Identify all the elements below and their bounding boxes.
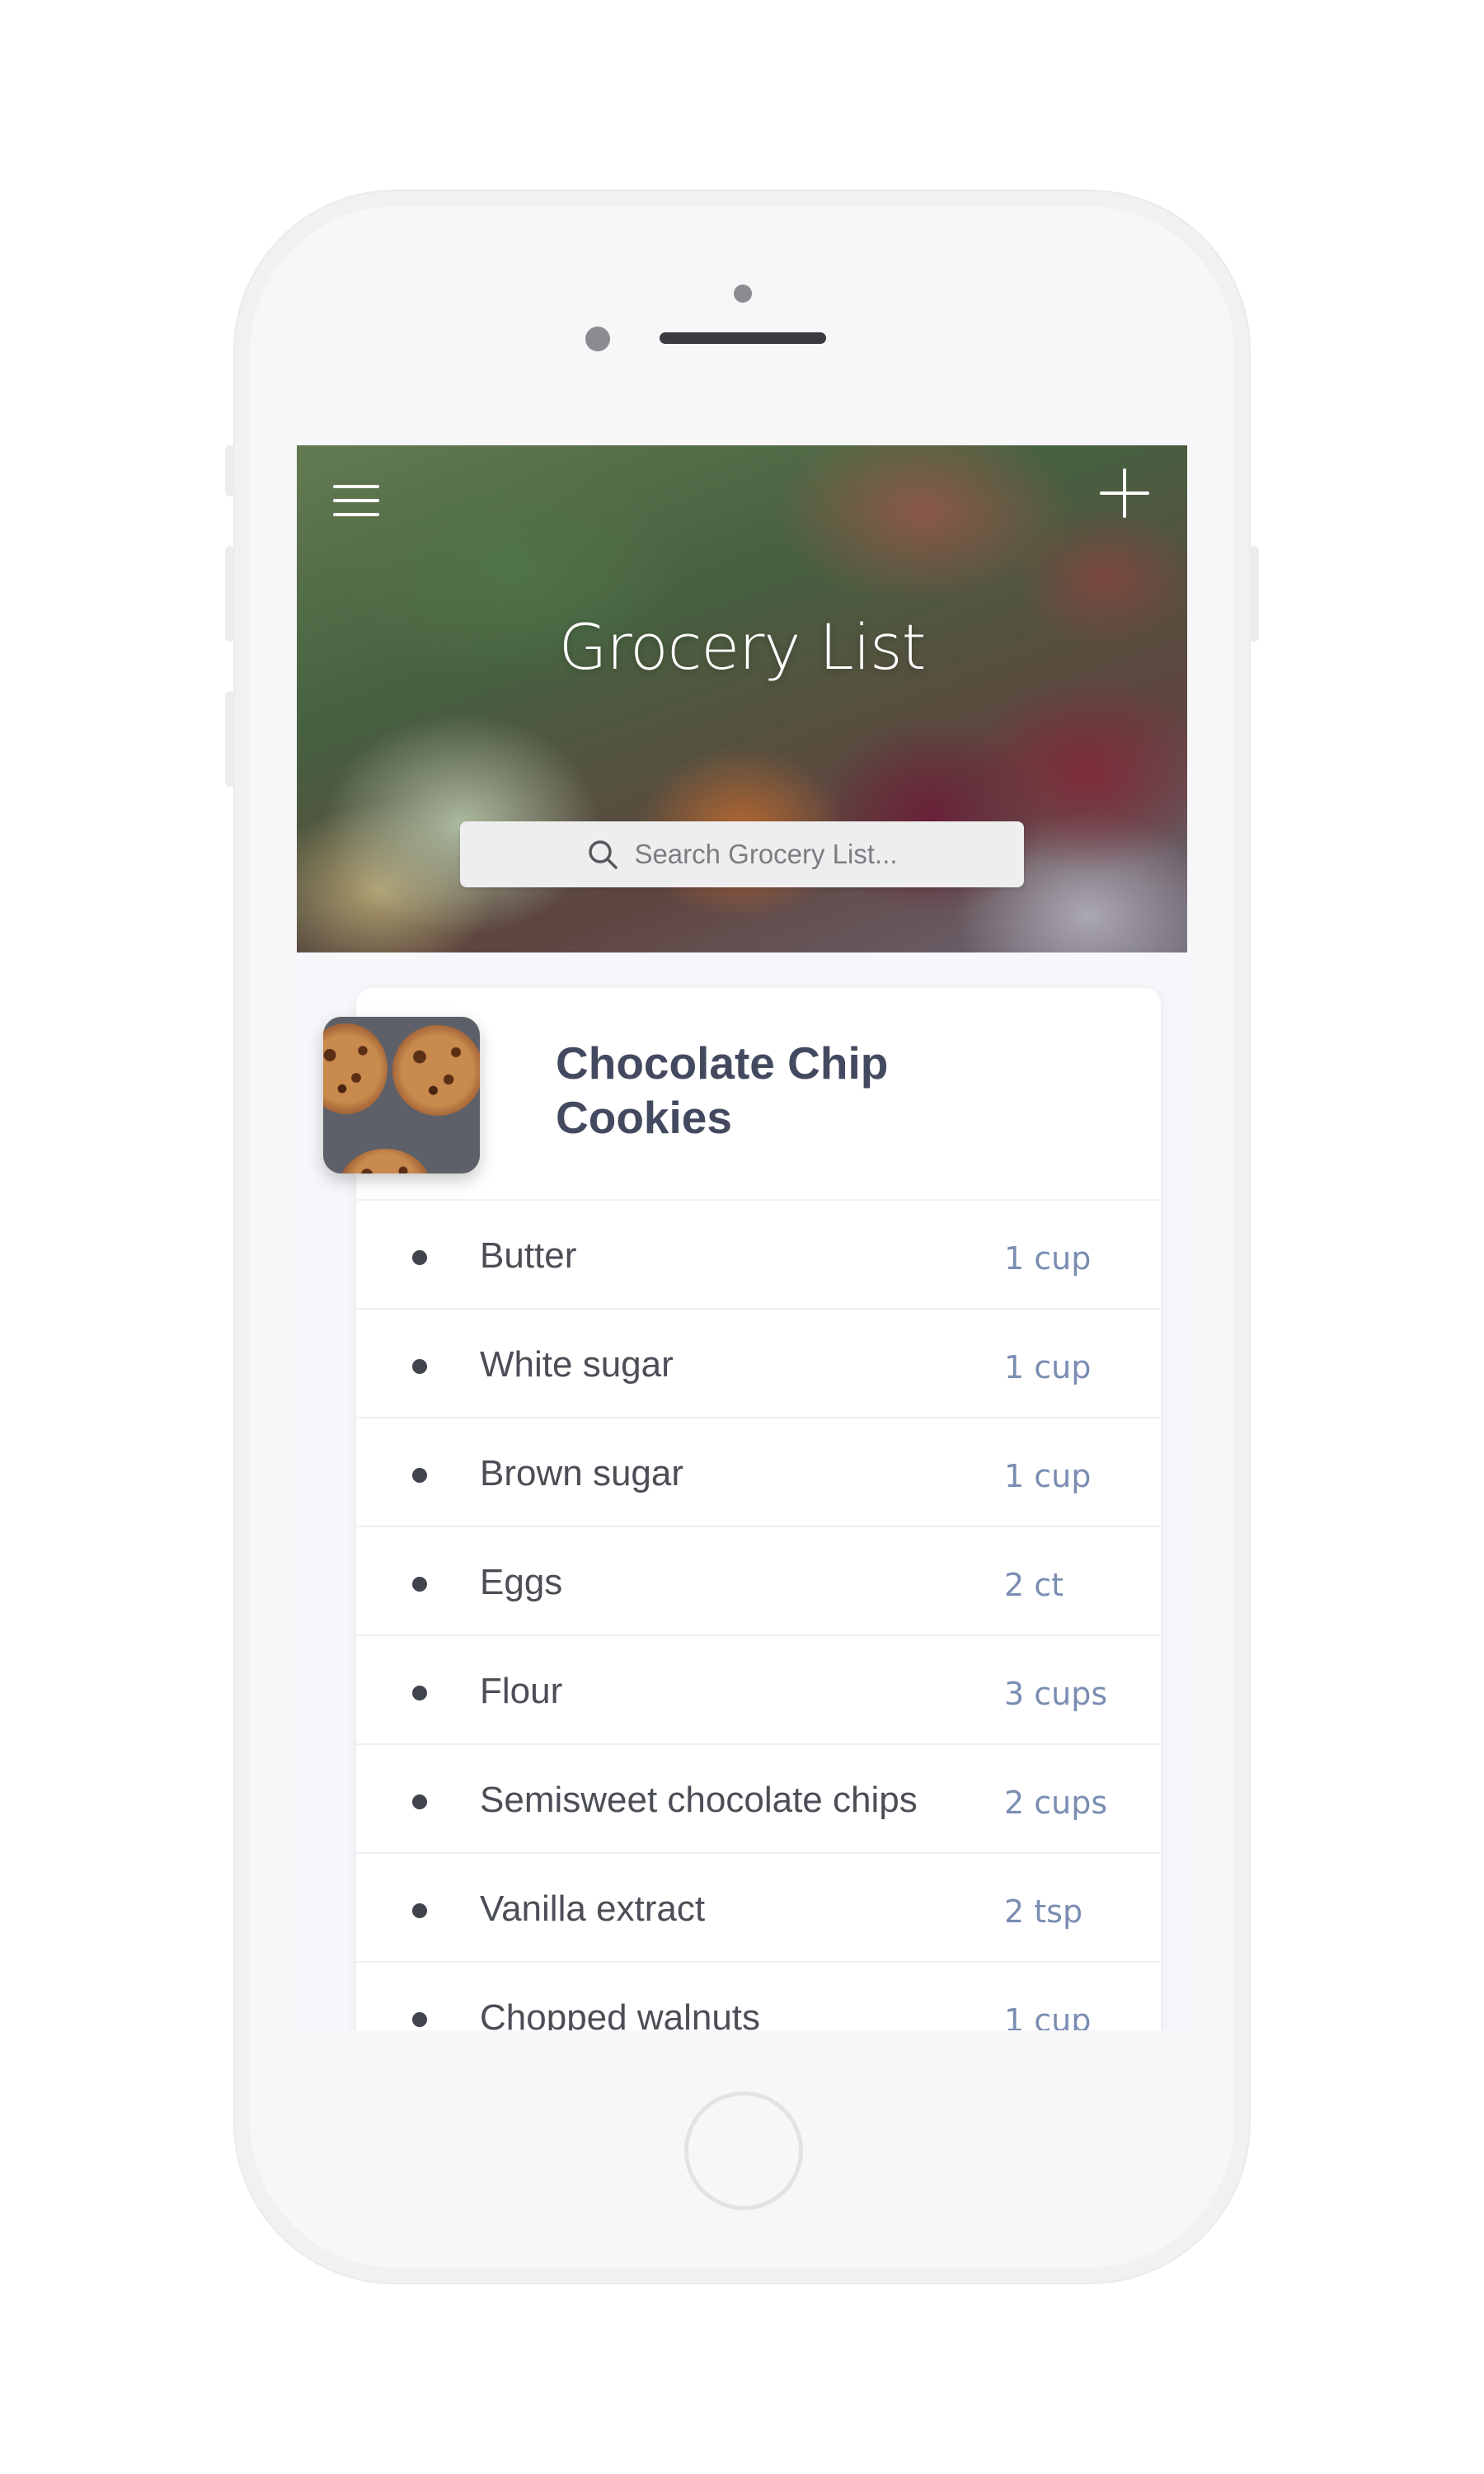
bullet-icon [412,1250,427,1265]
ingredient-quantity: 2 tsp [1004,1893,1083,1930]
ingredient-name: Chopped walnuts [480,1997,761,2030]
ingredient-name: Vanilla extract [480,1888,706,1929]
list-item[interactable]: Chopped walnuts 1 cup [356,1961,1161,2030]
plus-icon[interactable] [1100,468,1149,518]
ingredient-name: Semisweet chocolate chips [480,1780,918,1820]
ingredient-quantity: 1 cup [1004,1240,1092,1277]
front-camera [585,327,610,351]
cookie-image [340,1149,430,1174]
ingredient-quantity: 3 cups [1004,1676,1108,1712]
bullet-icon [412,1794,427,1809]
recipe-title: Chocolate Chip Cookies [556,1037,889,1143]
list-item[interactable]: Flour 3 cups [356,1634,1161,1743]
search-placeholder: Search Grocery List... [634,839,898,869]
mute-switch [225,445,235,496]
volume-up-button [225,546,235,642]
list-item[interactable]: White sugar 1 cup [356,1308,1161,1417]
bullet-icon [412,2012,427,2027]
list-item[interactable]: Butter 1 cup [356,1199,1161,1308]
app-screen: Grocery List Search Grocery List... Choc… [297,445,1187,2030]
list-item[interactable]: Semisweet chocolate chips 2 cups [356,1743,1161,1852]
ingredient-quantity: 1 cup [1004,1458,1092,1494]
volume-down-button [225,691,235,787]
earpiece-speaker [660,332,826,344]
menu-line [333,513,379,516]
ingredient-name: White sugar [480,1344,674,1385]
ingredient-quantity: 1 cup [1004,2002,1092,2030]
list-item[interactable]: Vanilla extract 2 tsp [356,1852,1161,1961]
menu-line [333,499,379,502]
ingredient-name: Flour [480,1671,563,1711]
hamburger-menu-icon[interactable] [333,482,381,520]
bullet-icon [412,1686,427,1700]
home-button[interactable] [684,2091,803,2210]
search-input[interactable]: Search Grocery List... [460,821,1024,887]
list-item[interactable]: Eggs 2 ct [356,1526,1161,1634]
ingredient-name: Brown sugar [480,1453,684,1493]
ingredient-quantity: 2 cups [1004,1785,1108,1821]
list-item[interactable]: Brown sugar 1 cup [356,1417,1161,1526]
bullet-icon [412,1359,427,1374]
ingredient-name: Eggs [480,1562,563,1602]
bullet-icon [412,1468,427,1483]
search-icon [586,838,619,871]
bullet-icon [412,1577,427,1592]
power-button [1249,546,1259,642]
ingredient-quantity: 2 ct [1004,1567,1064,1603]
cookie-image [392,1025,480,1116]
bullet-icon [412,1903,427,1918]
menu-line [333,485,379,488]
cookie-image [323,1023,387,1114]
ingredient-name: Butter [480,1235,577,1276]
recipe-image[interactable] [323,1017,480,1174]
hero-banner: Grocery List Search Grocery List... [297,445,1187,952]
ingredient-list: Butter 1 cup White sugar 1 cup Brown sug… [356,1199,1161,2030]
ingredient-quantity: 1 cup [1004,1349,1092,1385]
page-title: Grocery List [558,610,927,684]
proximity-sensor [734,285,752,303]
